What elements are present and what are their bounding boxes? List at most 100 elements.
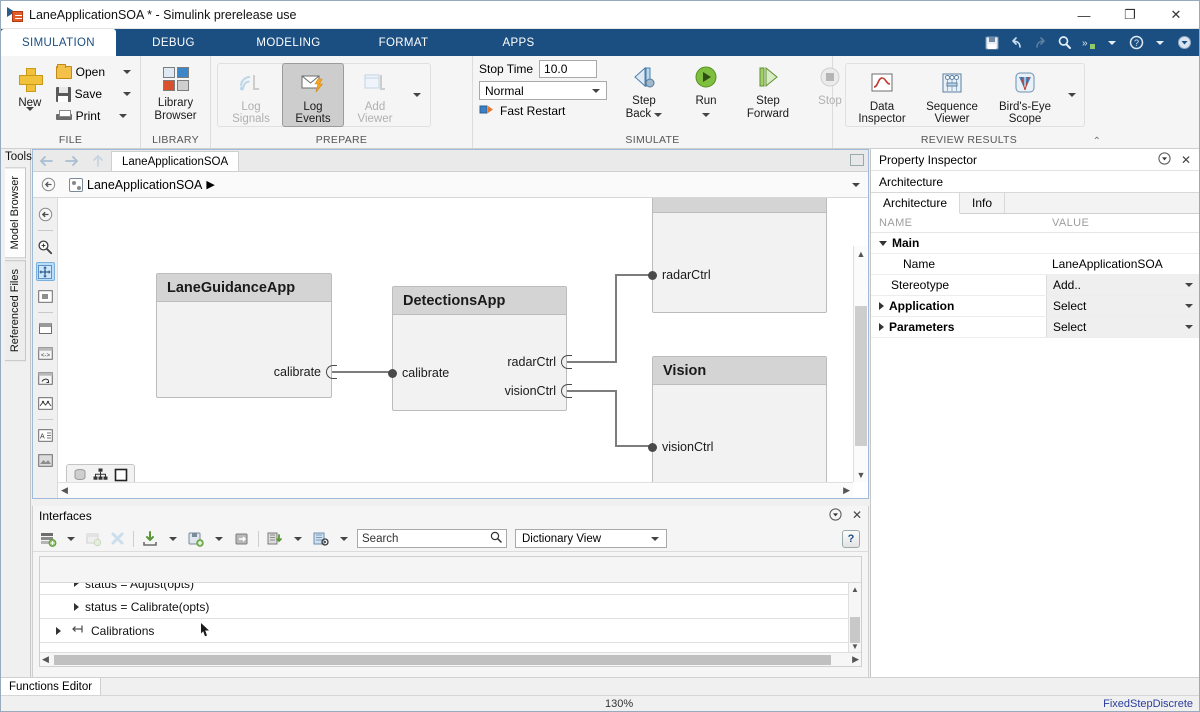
log-events-button[interactable]: Log Events <box>282 62 344 127</box>
interfaces-list[interactable]: status = Adjust(opts) status = Calibrate… <box>39 556 862 667</box>
import-caret-icon[interactable] <box>163 529 183 549</box>
print-caret-icon[interactable] <box>119 114 128 118</box>
zoom-region-icon[interactable] <box>36 287 55 306</box>
list-item[interactable]: status = Calibrate(opts) <box>40 595 861 619</box>
scroll-left-icon[interactable]: ◀ <box>42 654 49 665</box>
property-inspector-close-icon[interactable]: ✕ <box>1181 153 1191 167</box>
qat-help-icon[interactable]: ? <box>1125 32 1147 54</box>
reference-component-icon[interactable] <box>36 369 55 388</box>
tab-simulation[interactable]: SIMULATION <box>1 29 116 56</box>
scroll-right-icon[interactable]: ▶ <box>852 654 859 665</box>
functions-editor-tab[interactable]: Functions Editor <box>1 678 102 695</box>
zoom-icon[interactable] <box>36 237 55 256</box>
open-caret-icon[interactable] <box>123 70 131 74</box>
simulation-mode-select[interactable]: Normal <box>479 81 607 100</box>
save-caret-icon[interactable] <box>123 92 131 96</box>
interfaces-close-icon[interactable]: ✕ <box>852 508 862 524</box>
save-dictionary-icon[interactable] <box>186 529 206 549</box>
table-row[interactable]: Main <box>871 233 1199 254</box>
import-model-icon[interactable] <box>265 529 285 549</box>
interface-icon[interactable]: <-> <box>36 344 55 363</box>
stereotype-select[interactable]: Add.. <box>1046 275 1199 295</box>
port-radar-radarctrl[interactable]: radarCtrl <box>648 268 711 282</box>
scrollbar-thumb[interactable] <box>855 306 867 446</box>
chevron-right-icon[interactable] <box>879 302 884 310</box>
qat-redo-icon[interactable] <box>1029 32 1051 54</box>
list-item[interactable]: Calibrations <box>40 619 861 643</box>
table-row[interactable]: Name LaneApplicationSOA <box>871 254 1199 275</box>
import-icon[interactable] <box>140 529 160 549</box>
property-value-name-field[interactable]: LaneApplicationSOA <box>1046 254 1199 274</box>
block-laneguidanceapp[interactable]: LaneGuidanceApp calibrate <box>156 273 337 398</box>
qat-quick-insert-caret[interactable] <box>1101 32 1123 54</box>
sidebar-item-model-browser[interactable]: Model Browser <box>5 167 26 259</box>
step-forward-button[interactable]: Step Forward <box>737 58 799 120</box>
chevron-down-icon[interactable] <box>879 240 887 246</box>
new-interface-caret-icon[interactable] <box>61 529 81 549</box>
nav-up-icon[interactable] <box>85 150 111 171</box>
breadcrumb-item-root[interactable]: LaneApplicationSOA ▶ <box>63 177 221 192</box>
tab-modeling[interactable]: MODELING <box>231 29 346 56</box>
scroll-up-icon[interactable]: ▲ <box>849 583 861 595</box>
parameters-select[interactable]: Select <box>1046 317 1199 337</box>
port-detectionsapp-calibrate[interactable]: calibrate <box>388 366 449 380</box>
tab-debug[interactable]: DEBUG <box>116 29 231 56</box>
expander-icon[interactable] <box>74 583 79 587</box>
sequence-viewer-button[interactable]: Sequence Viewer <box>916 64 988 126</box>
nav-back-icon[interactable] <box>33 150 59 171</box>
maximize-icon[interactable]: ❐ <box>1107 1 1153 29</box>
image-icon[interactable] <box>36 451 55 470</box>
editor-tab-laneapplicationsoa[interactable]: LaneApplicationSOA <box>111 151 240 171</box>
add-viewer-button[interactable]: Add Viewer <box>344 64 406 126</box>
solver-label[interactable]: FixedStepDiscrete <box>1103 698 1193 710</box>
new-element-icon[interactable] <box>84 529 104 549</box>
list-item[interactable]: status = Adjust(opts) <box>40 583 861 595</box>
qat-save-icon[interactable] <box>981 32 1003 54</box>
port-detectionsapp-visionctrl[interactable]: visionCtrl <box>505 384 572 398</box>
canvas-vertical-scrollbar[interactable]: ▲ ▼ <box>853 246 868 482</box>
editor-layout-icon[interactable] <box>850 154 864 166</box>
delete-icon[interactable] <box>107 529 127 549</box>
save-button[interactable]: Save <box>53 83 134 105</box>
table-row[interactable]: Stereotype Add.. <box>871 275 1199 296</box>
fit-to-view-icon[interactable] <box>35 262 55 281</box>
breadcrumb-overflow-caret-icon[interactable] <box>852 182 860 187</box>
qat-help-caret[interactable] <box>1149 32 1171 54</box>
import-model-caret-icon[interactable] <box>288 529 308 549</box>
fast-restart-button[interactable]: Fast Restart <box>479 103 607 119</box>
birds-eye-scope-button[interactable]: Bird's-Eye Scope <box>988 64 1062 126</box>
expander-icon[interactable] <box>74 602 79 611</box>
log-signals-button[interactable]: Log Signals <box>220 64 282 126</box>
print-button[interactable]: Print <box>53 105 134 127</box>
table-row[interactable]: Application Select <box>871 296 1199 317</box>
tab-architecture[interactable]: Architecture <box>871 193 961 214</box>
expander-icon[interactable] <box>56 626 61 635</box>
data-inspector-button[interactable]: Data Inspector <box>848 64 916 126</box>
close-icon[interactable]: ✕ <box>1153 1 1199 29</box>
review-overflow-caret[interactable] <box>1062 66 1082 124</box>
tab-info[interactable]: Info <box>960 193 1006 213</box>
search-input[interactable]: Search <box>357 529 507 548</box>
property-inspector-options-icon[interactable] <box>1158 151 1171 168</box>
qat-find-icon[interactable] <box>1053 32 1075 54</box>
ribbon-collapse-icon[interactable]: ⌃ <box>1093 136 1101 147</box>
component-icon[interactable] <box>36 319 55 338</box>
stop-time-input[interactable]: 10.0 <box>539 60 598 78</box>
show-icon[interactable] <box>311 529 331 549</box>
scroll-down-icon[interactable]: ▼ <box>849 640 861 652</box>
port-vision-visionctrl[interactable]: visionCtrl <box>648 440 713 454</box>
interfaces-options-icon[interactable] <box>829 508 842 524</box>
prepare-overflow-caret[interactable] <box>406 66 428 124</box>
step-back-button[interactable]: Step Back <box>613 58 675 120</box>
chevron-right-icon[interactable] <box>879 323 884 331</box>
breadcrumb-back-icon[interactable] <box>33 177 63 192</box>
scrollbar-thumb[interactable] <box>54 655 831 665</box>
scroll-left-icon[interactable]: ◀ <box>61 485 68 496</box>
table-row[interactable]: Parameters Select <box>871 317 1199 338</box>
new-button[interactable]: New <box>7 60 53 125</box>
scroll-right-icon[interactable]: ▶ <box>843 485 850 496</box>
nav-forward-icon[interactable] <box>59 150 85 171</box>
tab-format[interactable]: FORMAT <box>346 29 461 56</box>
open-button[interactable]: Open <box>53 61 134 83</box>
show-caret-icon[interactable] <box>334 529 354 549</box>
